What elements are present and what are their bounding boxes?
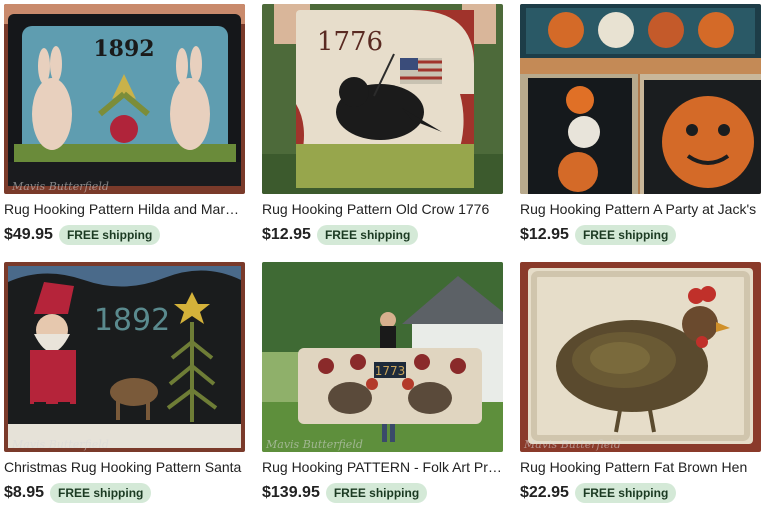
rug-image-crow: 1776 [262, 4, 503, 194]
listing-image[interactable]: 1892 Mavis Butterfield [4, 4, 245, 194]
watermark: Mavis Butterfield [265, 438, 363, 451]
listing-image[interactable]: Mavis Butterfield [520, 262, 761, 452]
listing-title[interactable]: Rug Hooking Pattern Fat Brown Hen [520, 458, 761, 476]
listing-title[interactable]: Christmas Rug Hooking Pattern Santa [4, 458, 245, 476]
rug-year-text: 1892 [93, 36, 154, 62]
watermark: Mavis Butterfield [11, 180, 109, 193]
listing-card[interactable]: Mavis Butterfield Rug Hooking Pattern Fa… [520, 262, 761, 507]
rug-image-bunnies: 1892 Mavis Butterfield [4, 4, 245, 194]
listing-image[interactable] [520, 4, 761, 194]
price-row: $139.95 FREE shipping [262, 482, 428, 504]
listing-card[interactable]: Rug Hooking Pattern A Party at Jack's $1… [520, 4, 761, 249]
price-row: $22.95 FREE shipping [520, 482, 677, 504]
rug-image-hen: Mavis Butterfield [520, 262, 761, 452]
rug-image-santa: 1892 Mavis Butterfield [4, 262, 245, 452]
free-shipping-badge: FREE shipping [325, 483, 428, 503]
watermark: Mavis Butterfield [523, 438, 621, 451]
listing-title[interactable]: Rug Hooking Pattern Old Crow 1776 [262, 200, 503, 218]
listing-card[interactable]: 1892 Mavis Butterfield Christmas Rug Hoo… [4, 262, 245, 507]
listing-grid: 1892 Mavis Butterfield Rug Hooking Patte… [0, 0, 768, 506]
price-row: $12.95 FREE shipping [262, 224, 419, 246]
listing-price: $12.95 [520, 226, 569, 243]
price-row: $8.95 FREE shipping [4, 482, 152, 504]
price-row: $49.95 FREE shipping [4, 224, 161, 246]
rug-image-pumpkins [520, 4, 761, 194]
free-shipping-badge: FREE shipping [316, 225, 419, 245]
listing-price: $22.95 [520, 484, 569, 501]
rug-image-roosters: 1773 Mavis Butterfield [262, 262, 503, 452]
rug-year-text: 1773 [375, 364, 406, 378]
watermark: Mavis Butterfield [11, 438, 109, 451]
listing-price: $139.95 [262, 484, 320, 501]
free-shipping-badge: FREE shipping [50, 483, 152, 503]
listing-card[interactable]: 1773 Mavis Butterfield Rug Hooking PATTE… [262, 262, 503, 507]
free-shipping-badge: FREE shipping [58, 225, 161, 245]
free-shipping-badge: FREE shipping [574, 483, 677, 503]
listing-image[interactable]: 1776 [262, 4, 503, 194]
listing-price: $49.95 [4, 226, 53, 243]
listing-price: $12.95 [262, 226, 311, 243]
listing-price: $8.95 [4, 484, 45, 501]
listing-card[interactable]: 1776 Rug Hooking Pattern Old Crow 1776 $… [262, 4, 503, 249]
listing-image[interactable]: 1773 Mavis Butterfield [262, 262, 503, 452]
listing-card[interactable]: 1892 Mavis Butterfield Rug Hooking Patte… [4, 4, 245, 249]
rug-year-text: 1892 [94, 303, 170, 338]
price-row: $12.95 FREE shipping [520, 224, 677, 246]
listing-title[interactable]: Rug Hooking Pattern A Party at Jack's [520, 200, 761, 218]
listing-image[interactable]: 1892 Mavis Butterfield [4, 262, 245, 452]
free-shipping-badge: FREE shipping [574, 225, 677, 245]
rug-year-text: 1776 [317, 27, 383, 57]
listing-title[interactable]: Rug Hooking PATTERN - Folk Art Primitive [262, 458, 503, 476]
listing-title[interactable]: Rug Hooking Pattern Hilda and Margaret [4, 200, 245, 218]
